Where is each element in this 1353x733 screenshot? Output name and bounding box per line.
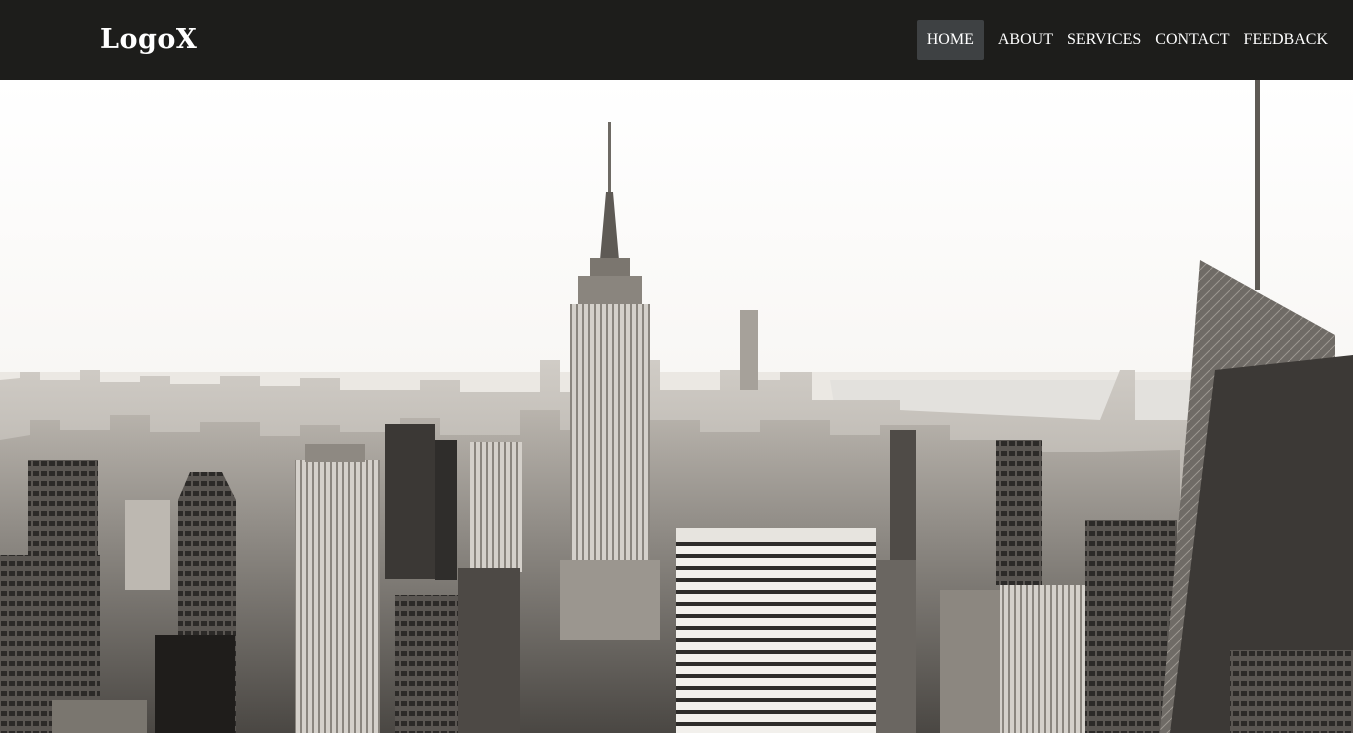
nav-item-about[interactable]: ABOUT bbox=[991, 20, 1060, 60]
nav-item-contact[interactable]: CONTACT bbox=[1148, 20, 1236, 60]
hero-banner bbox=[0, 80, 1353, 733]
nav-item-services[interactable]: SERVICES bbox=[1060, 20, 1148, 60]
main-menu: HOME ABOUT SERVICES CONTACT FEEDBACK bbox=[916, 20, 1335, 60]
site-logo[interactable]: LogoX bbox=[100, 20, 197, 60]
nav-item-feedback[interactable]: FEEDBACK bbox=[1237, 20, 1335, 60]
city-skyline-image bbox=[0, 80, 1353, 733]
top-navbar: LogoX HOME ABOUT SERVICES CONTACT FEEDBA… bbox=[0, 0, 1353, 80]
nav-item-home[interactable]: HOME bbox=[916, 20, 984, 60]
